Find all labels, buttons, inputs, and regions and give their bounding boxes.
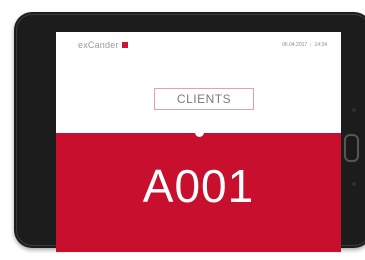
time-text: 14:34 [314, 42, 327, 48]
ticket-number: A001 [142, 160, 255, 212]
tablet-mockup: exCander 06.04.2017 | 14:34 CLIENTS A001 [0, 0, 365, 260]
datetime: 06.04.2017 | 14:34 [282, 42, 327, 48]
date-text: 06.04.2017 [282, 42, 308, 48]
screen-header-area: exCander 06.04.2017 | 14:34 CLIENTS [56, 32, 341, 132]
brand-logo: exCander [78, 40, 128, 50]
camera-icon [352, 182, 356, 186]
section-label: CLIENTS [154, 88, 254, 110]
home-button[interactable] [344, 134, 359, 162]
brand-mark-icon [121, 42, 128, 48]
tablet-device: exCander 06.04.2017 | 14:34 CLIENTS A001 [14, 12, 365, 252]
datetime-separator: | [310, 42, 312, 48]
screen: exCander 06.04.2017 | 14:34 CLIENTS A001 [56, 32, 341, 252]
pointer-notch-icon [195, 128, 204, 137]
brand-name: exCander [78, 40, 119, 50]
proximity-sensor-icon [352, 108, 356, 112]
